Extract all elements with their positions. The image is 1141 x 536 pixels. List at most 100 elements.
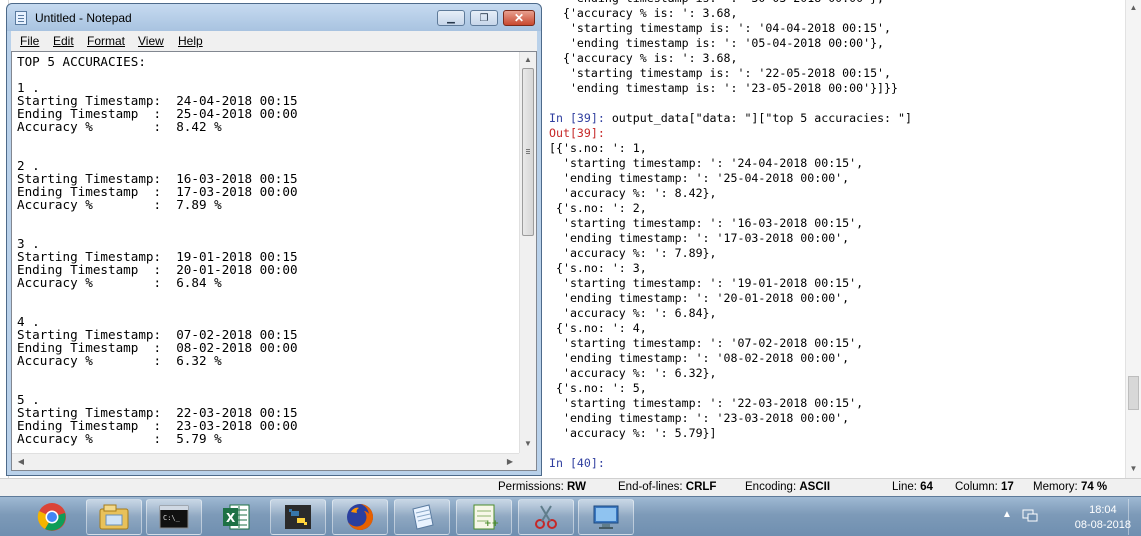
- snipping-tool-taskbar-button[interactable]: [518, 499, 574, 535]
- scroll-up-arrow-icon[interactable]: ▲: [1129, 3, 1138, 12]
- console-line: In [39]: output_data["data: "]["top 5 ac…: [549, 111, 1124, 126]
- menu-format[interactable]: Format: [87, 34, 125, 48]
- console-text: 'accuracy %: ': 6.84},: [549, 306, 717, 320]
- console-scrollbar-thumb[interactable]: [1128, 376, 1139, 410]
- scroll-up-arrow-icon[interactable]: ▲: [522, 54, 534, 66]
- console-text: 'starting timestamp is: ': '04-04-2018 0…: [549, 21, 892, 35]
- console-text: 'starting timestamp is: ': '22-05-2018 0…: [549, 66, 892, 80]
- scroll-down-arrow-icon[interactable]: ▼: [522, 438, 534, 450]
- notepad-window: Untitled - Notepad ▁ ❐ ✕ File Edit Forma…: [6, 3, 542, 476]
- command-prompt-icon: C:\_: [159, 505, 189, 529]
- clock-time: 18:04: [1089, 504, 1117, 516]
- notepad-line: [17, 146, 517, 159]
- console-line: 'ending timestamp is: ': '05-04-2018 00:…: [549, 36, 1124, 51]
- console-text: 'ending timestamp: ': '25-04-2018 00:00'…: [549, 171, 850, 185]
- notepad-line: [17, 302, 517, 315]
- notepad-line: Accuracy % : 7.89 %: [17, 197, 222, 212]
- console-text: 'accuracy %: ': 5.79}]: [549, 426, 717, 440]
- windows-taskbar: C:\_ X ++ ▲ 18:04 08-08-2018: [0, 496, 1141, 536]
- notepad-plus-plus-taskbar-button[interactable]: ++: [456, 499, 512, 535]
- console-text: 'accuracy %: ': 8.42},: [549, 186, 717, 200]
- notepad-title-bar[interactable]: Untitled - Notepad ▁ ❐ ✕: [7, 4, 541, 31]
- excel-taskbar-button[interactable]: X: [208, 499, 264, 535]
- notepad-taskbar-button[interactable]: [394, 499, 450, 535]
- scroll-down-arrow-icon[interactable]: ▼: [1129, 464, 1138, 473]
- notepad-line: Accuracy % : 6.32 %: [17, 353, 222, 368]
- file-explorer-taskbar-button[interactable]: [86, 499, 142, 535]
- console-line: 'ending timestamp: ': '20-01-2018 00:00'…: [549, 291, 1124, 306]
- console-text: 'ending timestamp: ': '20-01-2018 00:00'…: [549, 291, 850, 305]
- console-text: 'ending timestamp: ': '08-02-2018 00:00'…: [549, 351, 850, 365]
- python-icon: [285, 505, 311, 529]
- menu-view[interactable]: View: [138, 34, 164, 48]
- show-desktop-button[interactable]: [1128, 499, 1141, 535]
- notepad-line: TOP 5 ACCURACIES:: [17, 55, 146, 69]
- menu-help[interactable]: Help: [178, 34, 203, 48]
- console-text: 'starting timestamp: ': '07-02-2018 00:1…: [549, 336, 864, 350]
- console-line: [{'s.no: ': 1,: [549, 141, 1124, 156]
- notepad-line: Accuracy % : 8.42 %: [17, 119, 222, 134]
- menu-file[interactable]: File: [20, 34, 39, 48]
- ide-status-bar: Permissions: RW End-of-lines: CRLF Encod…: [0, 478, 1141, 497]
- status-column: Column: 17: [955, 481, 1014, 493]
- console-text: {'s.no: ': 5,: [549, 381, 647, 395]
- python-taskbar-button[interactable]: [270, 499, 326, 535]
- console-line: {'s.no: ': 4,: [549, 321, 1124, 336]
- firefox-taskbar-button[interactable]: [332, 499, 388, 535]
- notepad-line: [17, 224, 517, 237]
- network-icon[interactable]: [1022, 507, 1038, 523]
- notepad-line: [17, 367, 517, 380]
- scroll-right-arrow-icon[interactable]: ▶: [504, 456, 516, 468]
- notepad-line: [17, 68, 517, 81]
- notepad-icon: [412, 504, 434, 530]
- console-text: 'accuracy %: ': 7.89},: [549, 246, 717, 260]
- console-text: 'starting timestamp: ': '16-03-2018 00:1…: [549, 216, 864, 230]
- command-prompt-taskbar-button[interactable]: C:\_: [146, 499, 202, 535]
- notepad-text-area[interactable]: TOP 5 ACCURACIES: 1 . Starting Timestamp: …: [11, 51, 537, 471]
- console-scrollbar[interactable]: ▲ ▼: [1125, 0, 1141, 478]
- console-line: 'ending timestamp: ': '25-04-2018 00:00'…: [549, 171, 1124, 186]
- snipping-tool-icon: [535, 505, 557, 529]
- status-memory: Memory: 74 %: [1033, 481, 1108, 493]
- input-prompt: In [40]:: [549, 456, 612, 470]
- notepad-line: [17, 211, 517, 224]
- tray-expand-icon[interactable]: ▲: [1002, 509, 1012, 520]
- notepad-vertical-scrollbar[interactable]: ▲ ▼: [519, 52, 536, 453]
- clock-date: 08-08-2018: [1074, 519, 1131, 531]
- remote-desktop-taskbar-button[interactable]: [578, 499, 634, 535]
- output-prompt: Out[39]:: [549, 126, 605, 140]
- console-line: 'starting timestamp is: ': '22-05-2018 0…: [549, 66, 1124, 81]
- minimize-button[interactable]: ▁: [437, 10, 465, 26]
- console-text: output_data["data: "]["top 5 accuracies:…: [611, 111, 912, 125]
- console-line: 'starting timestamp: ': '22-03-2018 00:1…: [549, 396, 1124, 411]
- console-text: {'s.no: ': 3,: [549, 261, 647, 275]
- close-icon: ✕: [513, 11, 525, 25]
- notepad-horizontal-scrollbar[interactable]: ◀ ▶: [12, 453, 519, 470]
- notepad-line: [17, 289, 517, 302]
- notepad-size-grip[interactable]: [519, 453, 536, 470]
- notepad-line: [17, 133, 517, 146]
- console-text: {'accuracy % is: ': 3.68,: [549, 51, 738, 65]
- menu-edit[interactable]: Edit: [53, 34, 74, 48]
- ipython-console[interactable]: 'ending timestamp is: ': '30-03-2018 00:…: [549, 0, 1124, 478]
- notepad-vertical-scroll-thumb[interactable]: [522, 68, 534, 236]
- notepad-menu-bar: File Edit Format View Help: [11, 31, 537, 51]
- notepad-text[interactable]: TOP 5 ACCURACIES: 1 . Starting Timestamp: …: [17, 55, 517, 449]
- clock[interactable]: 18:04 08-08-2018: [1075, 503, 1131, 533]
- console-text: [{'s.no: ': 1,: [549, 141, 647, 155]
- console-line: 'ending timestamp is: ': '23-05-2018 00:…: [549, 81, 1124, 96]
- console-line: 'starting timestamp: ': '16-03-2018 00:1…: [549, 216, 1124, 231]
- console-line: {'s.no: ': 3,: [549, 261, 1124, 276]
- console-line: 'accuracy %: ': 7.89},: [549, 246, 1124, 261]
- console-text: {'s.no: ': 2,: [549, 201, 647, 215]
- console-text: 'accuracy %: ': 6.32},: [549, 366, 717, 380]
- console-line: Out[39]:: [549, 126, 1124, 141]
- close-button[interactable]: ✕: [503, 10, 535, 26]
- chrome-taskbar-button[interactable]: [24, 499, 80, 535]
- maximize-button[interactable]: ❐: [470, 10, 498, 26]
- status-encoding: Encoding: ASCII: [745, 481, 831, 493]
- console-text: {'s.no: ': 4,: [549, 321, 647, 335]
- scroll-left-arrow-icon[interactable]: ◀: [15, 456, 27, 468]
